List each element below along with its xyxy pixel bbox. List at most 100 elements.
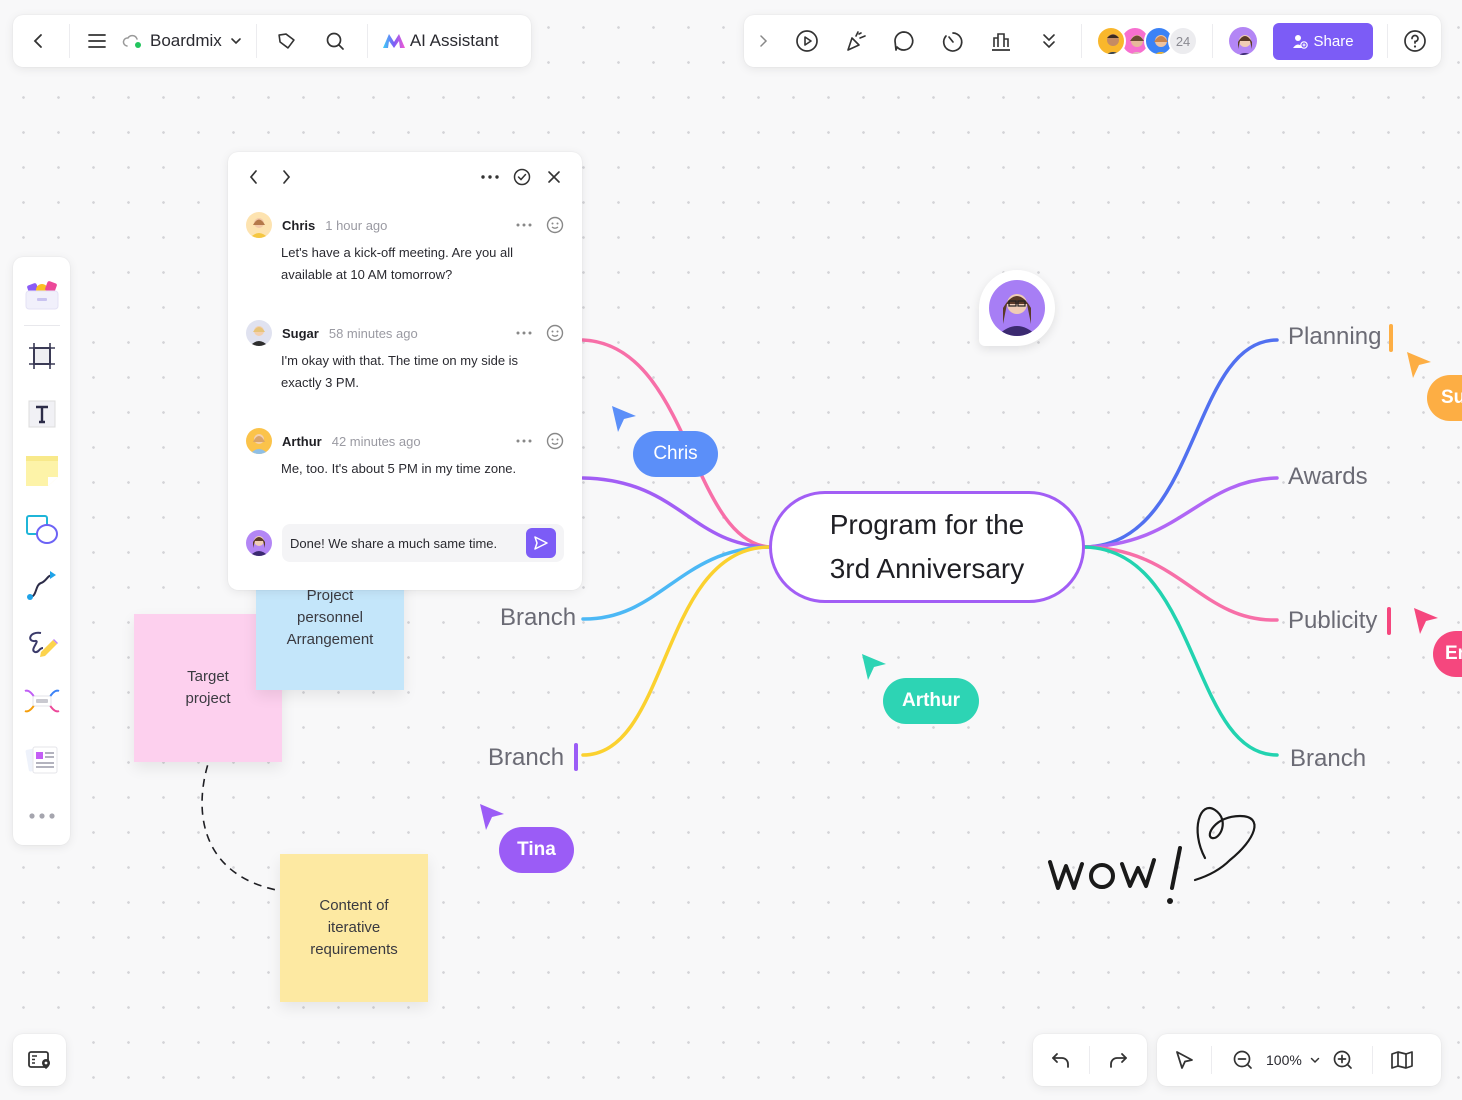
comment-time: 42 minutes ago bbox=[331, 433, 421, 449]
zoom-in-button[interactable] bbox=[1320, 1034, 1366, 1086]
reply-input[interactable]: Done! We share a much same time. bbox=[282, 524, 564, 562]
ai-assistant-button[interactable]: AI Assistant bbox=[382, 31, 499, 51]
mindmap-branch-right[interactable]: Publicity bbox=[1288, 607, 1377, 635]
close-panel-button[interactable] bbox=[544, 167, 564, 187]
next-comment-button[interactable] bbox=[278, 167, 294, 187]
mindmap-connectors bbox=[201, 338, 1279, 899]
comment-more-button[interactable] bbox=[516, 223, 532, 227]
comment-button[interactable] bbox=[889, 25, 920, 57]
text-tool[interactable] bbox=[22, 394, 62, 434]
previous-comment-button[interactable] bbox=[246, 167, 262, 187]
comment-item: Chris 1 hour ago Let's have a kick-off m… bbox=[246, 212, 564, 286]
smiley-icon bbox=[546, 432, 564, 450]
menu-button[interactable] bbox=[82, 25, 112, 57]
mind-map-tool[interactable] bbox=[22, 681, 62, 721]
connector-right-1 bbox=[1083, 338, 1279, 549]
back-button[interactable] bbox=[23, 25, 55, 57]
templates-tool[interactable] bbox=[22, 274, 62, 314]
pen-tool[interactable] bbox=[22, 624, 62, 664]
sticky-note-icon bbox=[25, 456, 58, 487]
text-icon bbox=[28, 400, 55, 428]
connector-icon bbox=[26, 571, 56, 601]
search-button[interactable] bbox=[319, 25, 351, 57]
mindmap-branch-left[interactable]: Branch bbox=[500, 604, 576, 632]
comment-author: Sugar bbox=[282, 325, 319, 341]
redo-button[interactable] bbox=[1090, 1034, 1146, 1086]
templates-icon bbox=[25, 280, 58, 310]
collaborator-cursor-label: Arthur bbox=[883, 678, 979, 724]
comment-author-avatar bbox=[246, 320, 272, 346]
more-tools-button[interactable] bbox=[22, 796, 62, 836]
comment-marker[interactable] bbox=[979, 270, 1055, 346]
celebrate-button[interactable] bbox=[840, 25, 871, 57]
comment-author-avatar bbox=[246, 212, 272, 238]
collapse-toolbar-button[interactable] bbox=[756, 26, 770, 56]
collaborators-group[interactable]: 24 bbox=[1096, 26, 1199, 56]
dashed-connector bbox=[201, 751, 289, 893]
mindmap-branch-right[interactable]: Planning bbox=[1288, 323, 1381, 351]
mind-map-icon bbox=[24, 689, 59, 713]
mindmap-root-node[interactable]: Program for the 3rd Anniversary bbox=[769, 491, 1085, 603]
mindmap-branch-left[interactable]: Branch bbox=[488, 744, 564, 772]
mindmap-branch-right[interactable]: Awards bbox=[1288, 463, 1368, 491]
resolve-thread-button[interactable] bbox=[512, 167, 532, 187]
vote-button[interactable] bbox=[985, 25, 1016, 57]
add-reaction-button[interactable] bbox=[546, 432, 564, 450]
comment-thread-panel: Chris 1 hour ago Let's have a kick-off m… bbox=[228, 152, 582, 590]
cursor-arrow-icon bbox=[1407, 352, 1431, 378]
chevron-down-icon bbox=[231, 38, 241, 45]
more-horizontal-icon bbox=[516, 331, 532, 335]
frame-tool[interactable] bbox=[22, 336, 62, 376]
text-cursor-caret bbox=[1387, 607, 1391, 635]
outline-button[interactable] bbox=[13, 1034, 66, 1086]
reply-text: Done! We share a much same time. bbox=[290, 535, 498, 551]
ai-logo-icon bbox=[382, 34, 405, 48]
connector-left-2 bbox=[581, 476, 771, 549]
comment-more-button[interactable] bbox=[516, 331, 532, 335]
shapes-tool[interactable] bbox=[22, 509, 62, 549]
divider bbox=[1081, 24, 1083, 58]
sticky-note[interactable]: Content of iterative requirements bbox=[280, 854, 428, 1002]
double-chevron-down-icon bbox=[1043, 34, 1056, 49]
comment-item: Sugar 58 minutes ago I'm okay with that.… bbox=[246, 320, 564, 394]
send-button[interactable] bbox=[526, 528, 556, 558]
comment-more-button[interactable] bbox=[516, 439, 532, 443]
more-horizontal-icon bbox=[516, 439, 532, 443]
add-reaction-button[interactable] bbox=[546, 324, 564, 342]
timer-button[interactable] bbox=[937, 25, 968, 57]
minimap-button[interactable] bbox=[1373, 1034, 1431, 1086]
sticky-note-tool[interactable] bbox=[22, 451, 62, 491]
chevron-right-icon bbox=[283, 170, 291, 184]
more-tools-button[interactable] bbox=[1034, 25, 1065, 57]
present-button[interactable] bbox=[792, 25, 823, 57]
comment-author: Chris bbox=[282, 217, 316, 233]
comment-author: Arthur bbox=[282, 433, 322, 449]
reply-row: Done! We share a much same time. bbox=[246, 524, 564, 562]
handwritten-wow-drawing[interactable] bbox=[1040, 800, 1270, 910]
connector-right-3 bbox=[1083, 545, 1279, 622]
cursor-arrow-icon bbox=[480, 804, 504, 830]
current-user-avatar[interactable] bbox=[1227, 25, 1259, 57]
bar-chart-icon bbox=[991, 33, 1010, 51]
share-button[interactable]: Share bbox=[1272, 22, 1373, 60]
tag-button[interactable] bbox=[271, 25, 303, 57]
frame-icon bbox=[28, 343, 55, 370]
mindmap-branch-right[interactable]: Branch bbox=[1290, 745, 1366, 773]
undo-icon bbox=[1052, 1053, 1069, 1068]
sidebar-divider bbox=[23, 324, 60, 326]
help-button[interactable] bbox=[1402, 27, 1429, 55]
zoom-level-dropdown[interactable]: 100% bbox=[1266, 1052, 1320, 1068]
add-reaction-button[interactable] bbox=[546, 216, 564, 234]
text-cursor-caret bbox=[574, 743, 578, 771]
connector-left-3 bbox=[581, 545, 771, 621]
board-name-dropdown[interactable]: Boardmix bbox=[122, 31, 242, 51]
select-tool-button[interactable] bbox=[1157, 1034, 1211, 1086]
connector-tool[interactable] bbox=[22, 566, 62, 606]
collaborator-count-badge: 24 bbox=[1168, 26, 1199, 56]
zoom-out-button[interactable] bbox=[1220, 1034, 1266, 1086]
thread-more-button[interactable] bbox=[480, 167, 500, 187]
undo-button[interactable] bbox=[1033, 1034, 1089, 1086]
text-cursor-caret bbox=[1389, 324, 1393, 352]
docs-tool[interactable] bbox=[22, 739, 62, 779]
divider bbox=[69, 24, 70, 58]
